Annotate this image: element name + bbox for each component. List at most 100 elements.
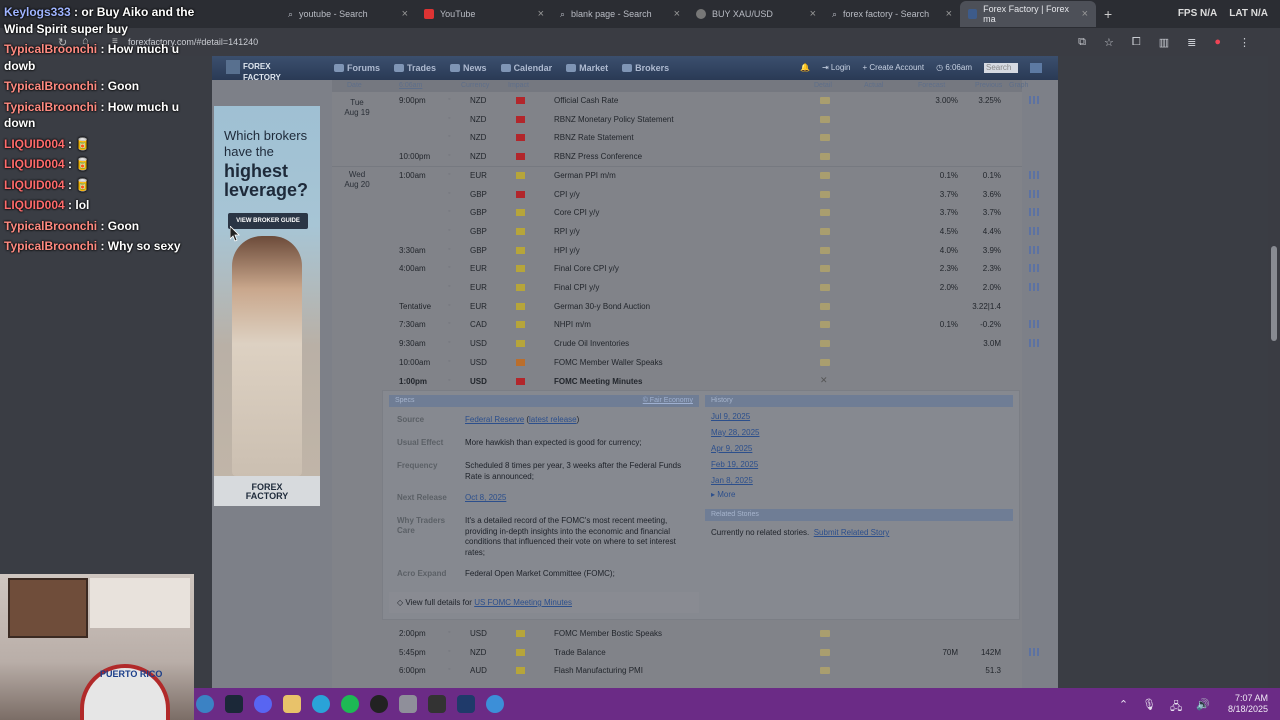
chat-username[interactable]: TypicalBroonchi (4, 42, 97, 56)
login-link[interactable]: ⇥ Login (822, 63, 851, 73)
graph-icon[interactable] (1029, 208, 1039, 217)
chrome-icon[interactable] (196, 695, 214, 713)
chat-username[interactable]: LIQUID004 (4, 137, 65, 151)
chat-username[interactable]: TypicalBroonchi (4, 219, 97, 233)
calendar-row[interactable]: 1:00pm ◦ USD FOMC Meeting Minutes ✕ (332, 372, 1022, 391)
menu-icon[interactable]: ⋮ (1239, 36, 1250, 49)
obs-icon[interactable] (370, 695, 388, 713)
close-icon[interactable]: × (538, 8, 544, 20)
view-broker-guide-button[interactable]: VIEW BROKER GUIDE (228, 213, 308, 229)
page-scrollbar[interactable] (1268, 56, 1280, 688)
calendar-row[interactable]: 3:30am ◦ GBP HPI y/y 4.0% 3.9% (332, 241, 1039, 260)
event-name[interactable]: RBNZ Rate Statement (554, 133, 634, 142)
search-icon[interactable] (1030, 63, 1042, 73)
alert-dot-icon[interactable]: ◦ (448, 283, 450, 290)
alert-dot-icon[interactable]: ◦ (448, 377, 450, 384)
graph-icon[interactable] (1029, 339, 1039, 348)
bell-icon[interactable]: 🔔 (800, 63, 810, 73)
calendar-row[interactable]: 9:00pm ◦ NZD Official Cash Rate 3.00% 3.25% (332, 91, 1039, 110)
tab-youtube[interactable]: YouTube × (416, 1, 552, 27)
folder-icon[interactable] (820, 358, 830, 366)
event-name[interactable]: Crude Oil Inventories (554, 339, 629, 348)
chat-username[interactable]: TypicalBroonchi (4, 79, 97, 93)
close-icon[interactable]: × (674, 8, 680, 20)
close-icon[interactable]: × (810, 8, 816, 20)
event-name[interactable]: Final Core CPI y/y (554, 264, 619, 273)
alert-dot-icon[interactable]: ◦ (448, 246, 450, 253)
history-link[interactable]: May 28, 2025 (705, 423, 1013, 439)
event-name[interactable]: Trade Balance (554, 648, 606, 657)
event-name[interactable]: FOMC Member Bostic Speaks (554, 629, 662, 638)
alert-dot-icon[interactable]: ◦ (448, 339, 450, 346)
graph-icon[interactable] (1029, 320, 1039, 329)
submit-related-story-link[interactable]: Submit Related Story (814, 528, 890, 537)
folder-icon[interactable] (820, 97, 830, 104)
history-link[interactable]: Jul 9, 2025 (705, 407, 1013, 423)
folder-icon[interactable] (820, 227, 830, 235)
event-name[interactable]: German 30-y Bond Auction (554, 302, 650, 311)
install-app-icon[interactable]: ⧉ (1078, 36, 1086, 49)
chat-username[interactable]: Keylogs333 (4, 5, 71, 19)
folder-icon[interactable] (820, 648, 830, 656)
graph-icon[interactable] (1029, 189, 1039, 198)
folder-icon[interactable] (820, 209, 830, 217)
alert-dot-icon[interactable]: ◦ (448, 629, 450, 636)
alert-dot-icon[interactable]: ◦ (448, 171, 450, 178)
alert-dot-icon[interactable]: ◦ (448, 208, 450, 215)
folder-icon[interactable] (820, 153, 830, 161)
chat-username[interactable]: LIQUID004 (4, 198, 65, 212)
settings-icon[interactable] (399, 695, 417, 713)
alert-dot-icon[interactable]: ◦ (448, 227, 450, 234)
folder-icon[interactable] (820, 321, 830, 329)
more-link[interactable]: ▸ More (705, 487, 1013, 502)
calendar-row[interactable]: 10:00pm ◦ NZD RBNZ Press Conference (332, 147, 1022, 166)
graph-icon[interactable] (1029, 96, 1039, 104)
spotify-icon[interactable] (341, 695, 359, 713)
event-name[interactable]: Official Cash Rate (554, 96, 618, 105)
graph-icon[interactable] (1029, 170, 1039, 179)
sidebar-icon[interactable]: ▥ (1159, 36, 1169, 49)
site-clock[interactable]: ◷ 6:06am (936, 63, 972, 73)
edge-icon[interactable] (486, 695, 504, 713)
graph-icon[interactable] (1029, 647, 1039, 656)
site-search-input[interactable]: Search (984, 63, 1018, 73)
graph-icon[interactable] (1029, 226, 1039, 235)
graph-icon[interactable] (1029, 245, 1039, 254)
tab-blank-page-search[interactable]: ⌕ blank page - Search × (552, 1, 688, 27)
alert-dot-icon[interactable]: ◦ (448, 264, 450, 271)
fair-economy-link[interactable]: © Fair Economy (643, 397, 693, 404)
calendar-row[interactable]: ◦ NZD RBNZ Monetary Policy Statement (332, 110, 1022, 129)
nav-calendar[interactable]: Calendar (500, 63, 552, 73)
history-link[interactable]: Feb 19, 2025 (705, 455, 1013, 471)
reading-list-icon[interactable]: ≣ (1187, 36, 1196, 49)
alert-dot-icon[interactable]: ◦ (448, 648, 450, 655)
calendar-row[interactable]: 7:30am ◦ CAD NHPI m/m 0.1% -0.2% (332, 315, 1039, 334)
nav-market[interactable]: Market (566, 63, 608, 73)
close-icon[interactable]: × (402, 8, 408, 20)
close-icon[interactable]: × (946, 8, 952, 20)
alert-dot-icon[interactable]: ◦ (448, 302, 450, 309)
calendar-row[interactable]: 9:30am ◦ USD Crude Oil Inventories 3.0M (332, 334, 1039, 353)
calendar-row[interactable]: 10:00am ◦ USD FOMC Member Waller Speaks (332, 353, 1022, 372)
source-link[interactable]: Federal Reserve (465, 415, 524, 424)
tab-forex-factory[interactable]: Forex Factory | Forex ma × (960, 1, 1096, 27)
graph-icon[interactable] (1029, 264, 1039, 273)
calendar-row[interactable]: ◦ GBP Core CPI y/y 3.7% 3.7% (332, 203, 1039, 222)
folder-icon[interactable] (820, 171, 830, 179)
alert-dot-icon[interactable]: ◦ (448, 320, 450, 327)
create-account-link[interactable]: + Create Account (863, 63, 925, 73)
calendar-row[interactable]: 6:00pm ◦ AUD Flash Manufacturing PMI 51.3 (332, 661, 1022, 680)
event-name[interactable]: RBNZ Press Conference (554, 152, 642, 161)
alert-dot-icon[interactable]: ◦ (448, 666, 450, 673)
site-logo[interactable]: FOREX FACTORY (226, 60, 314, 82)
calendar-row[interactable]: ◦ EUR Final CPI y/y 2.0% 2.0% (332, 278, 1039, 297)
close-detail-icon[interactable]: ✕ (820, 375, 828, 386)
next-release-link[interactable]: Oct 8, 2025 (465, 493, 690, 504)
chat-username[interactable]: LIQUID004 (4, 178, 65, 192)
folder-icon[interactable] (820, 115, 830, 123)
folder-icon[interactable] (820, 667, 830, 675)
event-name[interactable]: HPI y/y (554, 246, 580, 255)
nav-forums[interactable]: Forums (334, 63, 380, 73)
folder-icon[interactable] (820, 190, 830, 198)
alert-dot-icon[interactable]: ◦ (448, 133, 450, 140)
